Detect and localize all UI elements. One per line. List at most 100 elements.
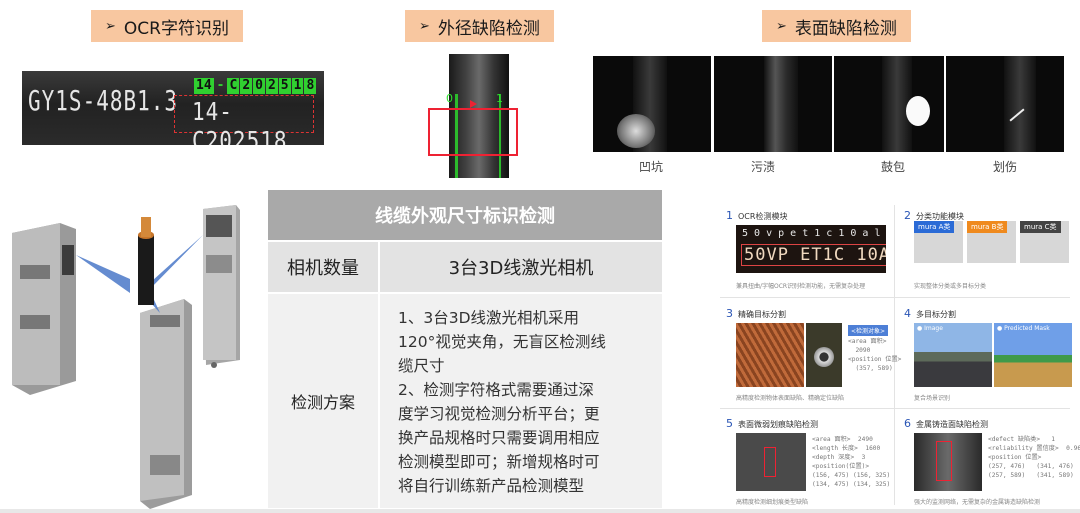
module-heading: 3 精确目标分割 [726,307,786,320]
laser-camera-illustration [12,205,240,509]
module-number: 3 [726,307,733,320]
scheme-line: 检测模型即可；新增规格时可 [398,453,600,471]
module-caption: 兼具扭曲/字幅OCR识别检测功能，无需复杂处理 [736,283,866,290]
spec-table: 线缆外观尺寸标识检测 相机数量 3台3D线激光相机 检测方案 1、3台3D线激光… [268,190,662,508]
module-number: 1 [726,209,733,222]
image-label: ● Image [917,325,943,332]
scratch-defect-image [946,56,1064,152]
module-number: 4 [904,307,911,320]
camera-count-value: 3台3D线激光相机 [448,258,594,279]
module-heading: 1 OCR检测模块 [726,209,787,222]
module-title: OCR检测模块 [738,212,788,221]
ocr-module-text-bottom: 50VP ET1C 10AL2 [741,244,886,266]
laser-beam [76,255,130,293]
module-title: 精确目标分割 [738,310,786,319]
platform-overview-panel: 1 OCR检测模块 5 0 v p e t 1 c 1 0 a l 2 50VP … [700,195,1080,513]
ocr-char: - [216,78,225,93]
segmentation-info: <area 面积> 2090 <position 位置> (357, 589) [848,338,902,372]
scheme-line: 将自行训练新产品检测模型 [398,477,585,495]
module-caption: 高精度检测细划痕类型缺陷 [736,499,809,506]
casting-info: <defect 缺陷类> 1 <reliability 置信度> 0.96 <p… [988,436,1080,479]
pit-defect-image [593,56,711,152]
diameter-arrow-icon [470,100,477,108]
bottom-camera [140,299,192,509]
diameter-heading: ➢ 外径缺陷检测 [405,10,554,42]
scheme-line: 2、检测字符格式需要通过深 [398,381,594,399]
ocr-module-text-top: 5 0 v p e t 1 c 1 0 a l 2 [742,228,886,239]
right-camera [203,205,240,368]
stain-defect-image [714,56,832,152]
arrow-icon: ➢ [419,18,430,34]
table-title: 线缆外观尺寸标识检测 [268,190,662,240]
bulge-defect-image [834,56,944,152]
module-caption: 实现整体分类或多目标分类 [914,283,987,290]
image-label: ● Predicted Mask [997,325,1050,332]
ocr-char: 14 [194,78,214,94]
scratch-info: <area 面积> 2490 <length 长度> 1600 <depth 深… [812,436,891,488]
module-caption: 复合场景识别 [914,395,951,402]
surface-label: 鼓包 [880,160,905,174]
surface-heading: ➢ 表面缺陷检测 [762,10,911,42]
surface-heading-label: 表面缺陷检测 [794,18,897,39]
diameter-label-0: 0 [446,92,453,105]
diameter-heading-label: 外径缺陷检测 [437,18,540,39]
casting-module-image [914,433,982,491]
module-heading: 4 多目标分割 [904,307,956,320]
table-row: 相机数量 3台3D线激光相机 [268,240,662,292]
mura-sample: mura C类 [1020,221,1069,263]
ocr-heading: ➢ OCR字符识别 [91,10,243,42]
diameter-roi-box [428,108,518,156]
module-number: 5 [726,417,733,430]
ocr-char: 2 [265,78,278,94]
cable-print-left: GY1S-48B1.3 [28,85,179,117]
surface-label: 污渍 [750,160,775,174]
segmentation-tag: <检测对象> [848,325,889,336]
ocr-char: C [227,78,240,94]
cable-print-right: 14-C202518 [192,97,288,145]
scheme-line: 缆尺寸 [398,357,445,375]
scratch-module-image [736,433,806,491]
left-camera [12,223,76,395]
scheme-line: 度学习视觉检测分析平台；更 [398,405,600,423]
module-caption: 高精度检测物体表面缺陷、精确定位缺陷 [736,395,845,402]
segmentation-image [806,323,842,387]
module-number: 6 [904,417,911,430]
panel-divider [720,408,1070,409]
module-caption: 强大的监测网络，无需复杂的金属铸造缺陷检测 [914,499,1041,506]
diameter-label-1: 1 [496,92,503,105]
surface-label: 划伤 [992,160,1017,174]
table-row: 检测方案 1、3台3D线激光相机采用 120°视觉夹角，无盲区检测线 缆尺寸 2… [268,292,662,508]
laser-beam [146,235,203,293]
panel-divider [720,297,1070,298]
ocr-char: 2 [240,78,253,94]
scheme-line: 1、3台3D线激光相机采用 [398,309,580,327]
ocr-char: 5 [278,78,291,94]
ocr-module-image: 5 0 v p e t 1 c 1 0 a l 2 50VP ET1C 10AL… [736,225,886,273]
scheme-label: 检测方案 [268,294,380,508]
module-heading: 5 表面微弱划痕缺陷检测 [726,417,818,430]
module-title: 分类功能模块 [916,212,964,221]
predicted-mask-image: ● Predicted Mask [994,323,1072,387]
scheme-line: 120°视觉夹角，无盲区检测线 [398,333,606,351]
ocr-sample-image: GY1S-48B1.3 14-C202518 14 - C 2 0 2 5 1 … [22,71,324,145]
module-title: 表面微弱划痕缺陷检测 [738,420,818,429]
module-title: 金属铸造面缺陷检测 [916,420,988,429]
scheme-line: 换产品规格时只需要调用相应 [398,429,600,447]
arrow-icon: ➢ [105,18,116,34]
ocr-char: 1 [291,78,304,94]
mura-sample: mura A类 [914,221,963,263]
cable-icon [138,217,154,305]
copper-wire-image [736,323,804,387]
ocr-char: 8 [304,78,317,94]
arrow-icon: ➢ [776,18,787,34]
street-image: ● Image [914,323,992,387]
mura-sample: mura B类 [967,221,1016,263]
mura-label: mura C类 [1020,221,1061,233]
module-number: 2 [904,209,911,222]
module-heading: 6 金属铸造面缺陷检测 [904,417,988,430]
mura-label: mura B类 [967,221,1008,233]
surface-label: 凹坑 [638,160,663,174]
ocr-recognized-row: 14 - C 2 0 2 5 1 8 [194,78,317,94]
module-title: 多目标分割 [916,310,956,319]
footer-line [0,509,1080,513]
